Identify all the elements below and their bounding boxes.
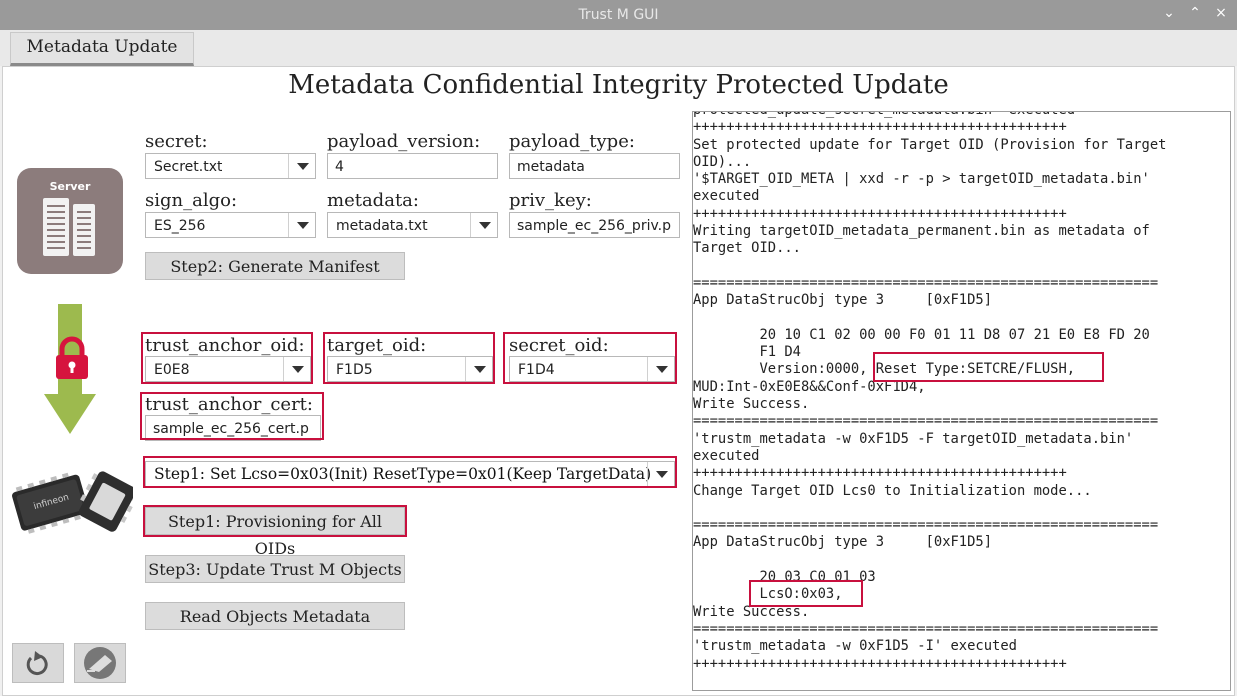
chevron-down-icon[interactable] bbox=[288, 213, 315, 237]
priv-key-label: priv_key: bbox=[509, 190, 592, 211]
update-objects-button[interactable]: Step3: Update Trust M Objects bbox=[145, 555, 405, 583]
page-title: Metadata Confidential Integrity Protecte… bbox=[288, 70, 949, 100]
highlight-secret-oid bbox=[503, 332, 677, 384]
generate-manifest-button[interactable]: Step2: Generate Manifest bbox=[145, 252, 405, 280]
priv-key-input[interactable]: sample_ec_256_priv.p bbox=[509, 212, 680, 238]
tab-bar: Metadata Update bbox=[0, 30, 1237, 66]
title-bar: Trust M GUI ⌄ ⌃ × bbox=[0, 0, 1237, 30]
sign-algo-value: ES_256 bbox=[154, 218, 206, 234]
secret-value: Secret.txt bbox=[154, 159, 223, 175]
tab-metadata-update[interactable]: Metadata Update bbox=[10, 32, 194, 66]
chevron-down-icon[interactable] bbox=[470, 213, 497, 237]
close-button[interactable]: × bbox=[1213, 5, 1229, 21]
payload-type-input[interactable]: metadata bbox=[509, 153, 680, 179]
server-icon: Server bbox=[17, 168, 123, 274]
minimize-button[interactable]: ⌄ bbox=[1161, 5, 1177, 21]
lock-icon bbox=[56, 336, 88, 379]
highlight-trust-anchor-cert bbox=[140, 392, 324, 440]
sign-algo-select[interactable]: ES_256 bbox=[145, 212, 316, 238]
clear-icon bbox=[84, 647, 116, 679]
highlight-target-oid bbox=[323, 332, 495, 384]
reset-icon bbox=[26, 651, 48, 676]
chevron-down-icon[interactable] bbox=[288, 154, 315, 178]
reset-button[interactable] bbox=[12, 643, 64, 683]
sign-algo-label: sign_algo: bbox=[145, 190, 238, 211]
payload-version-input[interactable]: 4 bbox=[327, 153, 498, 179]
maximize-button[interactable]: ⌃ bbox=[1187, 5, 1203, 21]
secret-select[interactable]: Secret.txt bbox=[145, 153, 316, 179]
secret-label: secret: bbox=[145, 131, 208, 152]
payload-version-label: payload_version: bbox=[327, 131, 481, 152]
clear-button[interactable] bbox=[74, 643, 126, 683]
highlight-step1-option bbox=[143, 456, 677, 488]
metadata-label: metadata: bbox=[327, 190, 419, 211]
console-output[interactable]: protected_update_secret_metadata.bin' ex… bbox=[692, 111, 1231, 691]
highlight-provisioning bbox=[143, 505, 407, 537]
highlight-reset-type bbox=[873, 352, 1104, 382]
window-title: Trust M GUI bbox=[578, 7, 659, 23]
highlight-lcso bbox=[749, 580, 863, 607]
metadata-value: metadata.txt bbox=[336, 218, 428, 234]
highlight-trust-anchor-oid bbox=[141, 332, 313, 384]
chip-icon: infineon bbox=[12, 471, 133, 534]
payload-type-label: payload_type: bbox=[509, 131, 635, 152]
metadata-select[interactable]: metadata.txt bbox=[327, 212, 498, 238]
read-metadata-button[interactable]: Read Objects Metadata bbox=[145, 602, 405, 630]
